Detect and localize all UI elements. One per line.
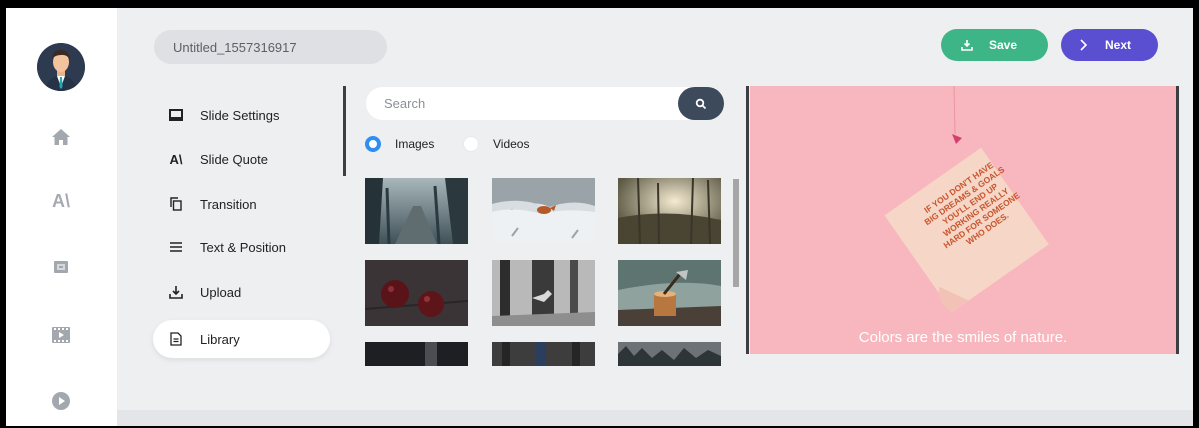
menu-item-slide-settings[interactable]: Slide Settings xyxy=(153,96,330,134)
menu-item-library[interactable]: Library xyxy=(153,320,330,358)
slide-icon xyxy=(167,106,185,124)
menu-item-upload[interactable]: Upload xyxy=(153,273,330,311)
preview-border-right xyxy=(1176,86,1179,354)
save-label: Save xyxy=(989,38,1018,52)
font-size-icon[interactable]: A\ xyxy=(48,188,74,214)
search-input[interactable]: Search xyxy=(366,87,724,120)
preview-border-left xyxy=(746,86,749,354)
save-button[interactable]: Save xyxy=(941,29,1048,61)
menu-item-transition[interactable]: Transition xyxy=(153,185,330,223)
project-title-field[interactable]: Untitled_1557316917 xyxy=(154,30,387,64)
menu-item-text-position[interactable]: Text & Position xyxy=(153,228,330,266)
media-icon[interactable] xyxy=(48,254,74,280)
menu-item-label: Text & Position xyxy=(200,239,286,255)
radio-images[interactable]: Images xyxy=(365,136,434,152)
next-label: Next xyxy=(1105,38,1132,52)
library-image-fox-in-snow[interactable] xyxy=(492,178,595,244)
copy-icon xyxy=(167,195,185,213)
gallery-scrollbar[interactable] xyxy=(733,179,739,287)
menu-item-label: Slide Quote xyxy=(200,151,268,167)
avatar[interactable] xyxy=(37,43,85,91)
library-image-sunlit-forest[interactable] xyxy=(618,178,721,244)
radio-label: Images xyxy=(395,137,435,151)
library-image-misty-pines[interactable] xyxy=(618,342,721,366)
search-icon xyxy=(695,98,707,109)
menu-lines-icon xyxy=(167,238,185,256)
library-image-red-apples[interactable] xyxy=(365,260,468,326)
menu-item-label: Upload xyxy=(200,284,242,300)
library-image-foggy-forest[interactable] xyxy=(365,178,468,244)
library-image-axe-in-log[interactable] xyxy=(618,260,721,326)
download-icon xyxy=(959,39,975,51)
menu-item-label: Library xyxy=(200,331,240,347)
library-image-dark-silhouette[interactable] xyxy=(365,342,468,366)
bottom-strip xyxy=(117,410,1193,426)
radio-label: Videos xyxy=(493,137,530,151)
radio-videos[interactable]: Videos xyxy=(463,136,529,152)
search-button[interactable] xyxy=(678,87,724,120)
menu-item-label: Transition xyxy=(200,196,257,212)
library-image-hand-from-tree[interactable] xyxy=(492,260,595,326)
play-icon[interactable] xyxy=(48,388,74,414)
slide-caption[interactable]: Colors are the smiles of nature. xyxy=(750,329,1176,346)
radio-dot-selected xyxy=(365,136,381,152)
next-button[interactable]: Next xyxy=(1061,29,1158,61)
radio-dot xyxy=(463,136,479,152)
home-icon[interactable] xyxy=(48,124,74,150)
left-rail: A\ xyxy=(6,8,117,426)
library-image-legs-in-forest[interactable] xyxy=(492,342,595,366)
app-window: A\ Untitled_1557316917 Save Next Slide S… xyxy=(6,8,1193,426)
menu-divider xyxy=(343,86,346,176)
video-clip-icon[interactable] xyxy=(48,322,74,348)
font-size-icon: A\ xyxy=(169,151,183,167)
menu-item-label: Slide Settings xyxy=(200,107,280,123)
menu-item-slide-quote[interactable]: A\ Slide Quote xyxy=(153,140,330,178)
slide-preview[interactable]: IF YOU DON'T HAVE BIG DREAMS & GOALS YOU… xyxy=(750,86,1176,354)
document-icon xyxy=(167,330,185,348)
chevron-right-icon xyxy=(1075,39,1091,51)
upload-icon xyxy=(167,283,185,301)
